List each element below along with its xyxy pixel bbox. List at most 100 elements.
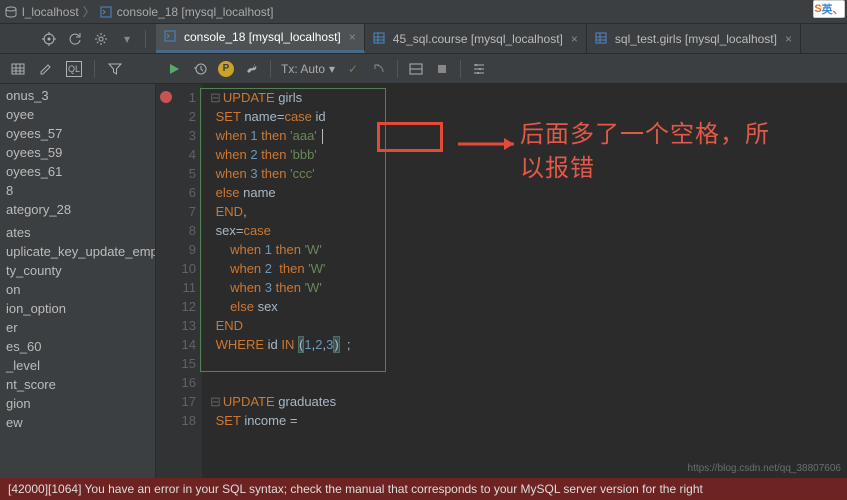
- code-line[interactable]: sex=case: [210, 221, 847, 240]
- console-icon: [99, 5, 113, 19]
- line-number: 3: [156, 126, 196, 145]
- line-number: 13: [156, 316, 196, 335]
- sidebar-item[interactable]: ew: [0, 413, 155, 432]
- error-statusbar[interactable]: [42000][1064] You have an error in your …: [0, 478, 847, 500]
- breadcrumb-item-2[interactable]: console_18 [mysql_localhost]: [117, 5, 274, 19]
- code-line[interactable]: [210, 354, 847, 373]
- chevron-down-icon[interactable]: ▾: [119, 31, 135, 47]
- history-icon[interactable]: [192, 61, 208, 77]
- code-line[interactable]: END: [210, 316, 847, 335]
- table-icon: [595, 32, 609, 46]
- code-line[interactable]: SET income =: [210, 411, 847, 430]
- sidebar-item[interactable]: er: [0, 318, 155, 337]
- sidebar-item[interactable]: gion: [0, 394, 155, 413]
- second-row: QL P Tx: Auto ▾ ✓: [0, 54, 847, 84]
- tx-mode-select[interactable]: Tx: Auto ▾: [281, 62, 335, 76]
- tx-label: Tx: Auto: [281, 62, 325, 76]
- rollback-icon[interactable]: [371, 61, 387, 77]
- sidebar-item[interactable]: oyees_61: [0, 162, 155, 181]
- breadcrumb-item-1[interactable]: l_localhost: [22, 5, 79, 19]
- line-number: 15: [156, 354, 196, 373]
- line-number: 17: [156, 392, 196, 411]
- code-line[interactable]: when 2 then 'W': [210, 259, 847, 278]
- left-toolbar-2: QL: [0, 54, 156, 83]
- stop-icon[interactable]: [434, 61, 450, 77]
- sidebar-item[interactable]: es_60: [0, 337, 155, 356]
- close-icon[interactable]: ×: [349, 30, 356, 44]
- tab-45-sql-course[interactable]: 45_sql.course [mysql_localhost] ×: [365, 24, 587, 53]
- breadcrumb: l_localhost 〉 console_18 [mysql_localhos…: [0, 0, 847, 24]
- close-icon[interactable]: ×: [785, 32, 792, 46]
- tab-label: console_18 [mysql_localhost]: [184, 30, 341, 44]
- run-toolbar: P Tx: Auto ▾ ✓: [156, 54, 847, 83]
- line-number: 1: [156, 88, 196, 107]
- line-number: 14: [156, 335, 196, 354]
- sidebar-item[interactable]: ategory_28: [0, 200, 155, 219]
- separator: [270, 60, 271, 78]
- separator: [460, 60, 461, 78]
- left-toolbar-1: ▾: [0, 24, 156, 53]
- sidebar-item[interactable]: 8: [0, 181, 155, 200]
- database-icon: [4, 5, 18, 19]
- line-number: 8: [156, 221, 196, 240]
- line-number: 9: [156, 240, 196, 259]
- gear-icon[interactable]: [93, 31, 109, 47]
- sidebar-item[interactable]: oyees_57: [0, 124, 155, 143]
- layout-icon[interactable]: [408, 61, 424, 77]
- refresh-icon[interactable]: [67, 31, 83, 47]
- tab-sql-test-girls[interactable]: sql_test.girls [mysql_localhost] ×: [587, 24, 801, 53]
- wrench-icon[interactable]: [244, 61, 260, 77]
- line-number: 12: [156, 297, 196, 316]
- editor-tabs: console_18 [mysql_localhost] × 45_sql.co…: [156, 24, 847, 53]
- chevron-down-icon: ▾: [329, 62, 335, 76]
- top-row: ▾ console_18 [mysql_localhost] × 45_sql.…: [0, 24, 847, 54]
- line-number: 10: [156, 259, 196, 278]
- line-number: 4: [156, 145, 196, 164]
- sidebar-item[interactable]: oyees_59: [0, 143, 155, 162]
- breadcrumb-sep: 〉: [83, 3, 95, 20]
- sql-icon[interactable]: QL: [66, 61, 82, 77]
- line-number: 7: [156, 202, 196, 221]
- tab-console-18[interactable]: console_18 [mysql_localhost] ×: [156, 24, 365, 53]
- sidebar-item[interactable]: oyee: [0, 105, 155, 124]
- edit-icon[interactable]: [38, 61, 54, 77]
- code-line[interactable]: ⊟UPDATE graduates: [210, 392, 847, 411]
- annotation-line-2: 以报错: [520, 152, 770, 186]
- sidebar-item[interactable]: onus_3: [0, 86, 155, 105]
- sidebar-item[interactable]: ty_county: [0, 261, 155, 280]
- code-line[interactable]: WHERE id IN (1,2,3) ;: [210, 335, 847, 354]
- sidebar-item[interactable]: on: [0, 280, 155, 299]
- table-icon[interactable]: [10, 61, 26, 77]
- target-icon[interactable]: [41, 31, 57, 47]
- sidebar-item[interactable]: ion_option: [0, 299, 155, 318]
- p-badge[interactable]: P: [218, 61, 234, 77]
- run-icon[interactable]: [166, 61, 182, 77]
- close-icon[interactable]: ×: [571, 32, 578, 46]
- code-line[interactable]: when 1 then 'W': [210, 240, 847, 259]
- table-icon: [373, 32, 387, 46]
- code-line[interactable]: when 3 then 'W': [210, 278, 847, 297]
- database-tree-sidebar[interactable]: onus_3oyeeoyees_57oyees_59oyees_618atego…: [0, 84, 156, 478]
- annotation-line-1: 后面多了一个空格，所: [520, 118, 770, 152]
- sidebar-item[interactable]: uplicate_key_update_employ: [0, 242, 155, 261]
- line-number: 5: [156, 164, 196, 183]
- code-line[interactable]: else sex: [210, 297, 847, 316]
- annotation-text: 后面多了一个空格，所 以报错: [520, 118, 770, 186]
- console-icon: [164, 30, 178, 44]
- code-line[interactable]: ⊟UPDATE girls: [210, 88, 847, 107]
- code-line[interactable]: END,: [210, 202, 847, 221]
- error-message: [42000][1064] You have an error in your …: [8, 482, 703, 496]
- error-icon: [160, 91, 172, 103]
- sidebar-item[interactable]: ates: [0, 223, 155, 242]
- code-line[interactable]: [210, 373, 847, 392]
- sidebar-item[interactable]: _level: [0, 356, 155, 375]
- ime-badge: S英、: [813, 0, 845, 18]
- separator: [94, 60, 95, 78]
- commit-icon[interactable]: ✓: [345, 61, 361, 77]
- sidebar-item[interactable]: nt_score: [0, 375, 155, 394]
- filter-icon[interactable]: [107, 61, 123, 77]
- ime-y: 英: [822, 1, 833, 17]
- settings-list-icon[interactable]: [471, 61, 487, 77]
- tab-label: sql_test.girls [mysql_localhost]: [615, 32, 777, 46]
- line-number: 6: [156, 183, 196, 202]
